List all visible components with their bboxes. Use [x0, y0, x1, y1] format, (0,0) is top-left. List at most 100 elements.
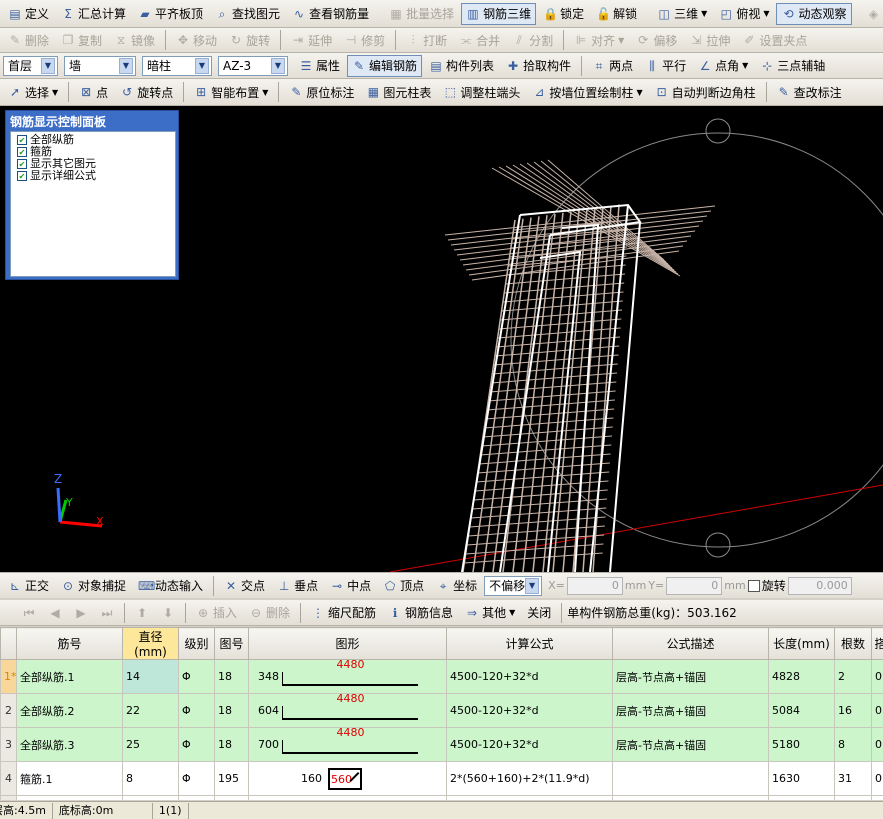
cell-name[interactable]: 全部纵筋.2 — [16, 693, 123, 728]
pick-element-button[interactable]: ✚ 拾取构件 — [501, 55, 576, 77]
break-button[interactable]: ⫶ 打断 — [401, 29, 452, 51]
y-coordinate-input[interactable]: 0 — [666, 576, 723, 595]
extend-button[interactable]: ⇥ 延伸 — [286, 29, 337, 51]
rotate-point-button[interactable]: ↺ 旋转点 — [115, 81, 178, 103]
cell-count[interactable]: 31 — [834, 761, 872, 796]
draw-column-by-wall-button[interactable]: ⊿ 按墙位置绘制柱 ▼ — [527, 81, 647, 103]
properties-button[interactable]: ☰ 属性 — [294, 55, 345, 77]
rotate-button[interactable]: ↻ 旋转 — [224, 29, 275, 51]
cell-length[interactable]: 5180 — [768, 727, 835, 762]
cell-grade[interactable]: Φ — [178, 659, 215, 694]
smart-layout-button[interactable]: ⊞ 智能布置 ▼ — [189, 81, 273, 103]
sigma-button[interactable]: Σ 汇总计算 — [56, 3, 131, 25]
cell-name[interactable]: 全部纵筋.3 — [16, 727, 123, 762]
cell-formula[interactable]: 4500-120+32*d — [446, 727, 613, 762]
cell-formula[interactable]: 4500-120+32*d — [446, 659, 613, 694]
auto-corner-column-button[interactable]: ⊡ 自动判断边角柱 — [650, 81, 761, 103]
parallel-button[interactable]: ⫼ 平行 — [640, 55, 691, 77]
set-grip-button[interactable]: ✐ 设置夹点 — [737, 29, 812, 51]
cell-shape[interactable]: 700 4480 — [248, 727, 447, 762]
delete-button[interactable]: ✎ 删除 — [3, 29, 54, 51]
row-number[interactable]: 1* — [0, 659, 17, 694]
cell-count[interactable]: 16 — [834, 693, 872, 728]
cell-fig[interactable]: 18 — [214, 727, 249, 762]
column-header[interactable]: 筋号 — [16, 627, 123, 660]
move-up-button[interactable]: ⬆ — [130, 602, 154, 624]
x-coordinate-input[interactable]: 0 — [566, 576, 623, 595]
cell-shape[interactable]: 348 4480 — [248, 659, 447, 694]
table-row[interactable]: 1* 全部纵筋.1 14 Φ 18 348 4480 4500-120+32*d 层高-节点高+… — [0, 659, 883, 694]
table-row[interactable]: 4 箍筋.1 8 Φ 195 160 560 2*(560+160)+2*(11.9*d) 16… — [0, 761, 883, 796]
cell-length[interactable]: 4828 — [768, 659, 835, 694]
close-button[interactable]: 关闭 — [522, 602, 556, 624]
orbit-handle-top[interactable] — [705, 118, 731, 144]
stretch-button[interactable]: ⇲ 拉伸 — [684, 29, 735, 51]
element-name-select[interactable]: AZ-3 ▼ — [218, 55, 288, 76]
batch-select-button[interactable]: ▦ 批量选择 — [384, 3, 459, 25]
edit-rebar-button[interactable]: ✎ 编辑钢筋 — [347, 54, 423, 77]
cell-name[interactable]: 全部纵筋.1 — [16, 659, 123, 694]
cell-lap[interactable]: 0 — [871, 693, 883, 728]
cell-lap[interactable]: 0 — [871, 659, 883, 694]
scale-rebar-button[interactable]: ⋮ 缩尺配筋 — [306, 602, 381, 624]
vertex-button[interactable]: ⬠ 顶点 — [378, 575, 429, 597]
cell-fig[interactable]: 195 — [214, 761, 249, 796]
adjust-column-end-button[interactable]: ⬚ 调整柱端头 — [438, 81, 525, 103]
cell-diameter[interactable]: 8 — [122, 795, 179, 800]
column-header[interactable]: 根数 — [834, 627, 872, 660]
cell-lap[interactable]: 0 — [871, 761, 883, 796]
cell-count[interactable]: 2 — [834, 659, 872, 694]
column-header[interactable]: 图形 — [248, 627, 447, 660]
cell-desc[interactable] — [612, 795, 769, 800]
cell-grade[interactable]: Φ — [178, 761, 215, 796]
checkbox[interactable]: ✔ — [17, 147, 27, 157]
cell-fig[interactable]: 18 — [214, 693, 249, 728]
table-row[interactable]: 5箍筋.28Φ1951605602*(160+560)+2*(11.9*d) 16… — [0, 795, 883, 800]
unlock-button[interactable]: 🔓 解锁 — [591, 3, 642, 25]
dynamic-input-button[interactable]: ⌨ 动态输入 — [133, 575, 208, 597]
next-record-button[interactable]: ▶ — [69, 602, 93, 624]
rotate-angle-input[interactable]: 0.000 — [787, 576, 852, 595]
move-button[interactable]: ✥ 移动 — [171, 29, 222, 51]
cell-fig[interactable]: 18 — [214, 659, 249, 694]
cell-desc[interactable]: 层高-节点高+锚固 — [612, 693, 769, 728]
cell-count[interactable]: 31 — [834, 795, 872, 800]
in-place-label-button[interactable]: ✎ 原位标注 — [284, 81, 359, 103]
mirror-button[interactable]: ⧖ 镜像 — [109, 29, 160, 51]
define-button[interactable]: ▤ 定义 — [3, 3, 54, 25]
element-subtype-select[interactable]: 暗柱 ▼ — [142, 55, 212, 76]
other-button[interactable]: ⇒ 其他 ▼ — [460, 602, 520, 624]
two-point-button[interactable]: ⌗ 两点 — [587, 55, 638, 77]
column-table-button[interactable]: ▦ 图元柱表 — [361, 81, 436, 103]
last-record-button[interactable]: ⏭ — [95, 602, 119, 624]
column-header[interactable]: 公式描述 — [612, 627, 769, 660]
delete-row-button[interactable]: ⊖ 删除 — [244, 602, 295, 624]
move-down-button[interactable]: ⬇ — [156, 602, 180, 624]
cell-diameter[interactable]: 8 — [122, 761, 179, 796]
first-record-button[interactable]: ⏮ — [17, 602, 41, 624]
column-header[interactable]: 直径(mm) — [122, 627, 179, 660]
view-rebar-quantity-button[interactable]: ∿ 查看钢筋量 — [287, 3, 374, 25]
partial-view-button[interactable]: ◈局部 — [862, 3, 883, 25]
table-row[interactable]: 2 全部纵筋.2 22 Φ 18 604 4480 4500-120+32*d 层高-节点高+锚… — [0, 693, 883, 728]
prev-record-button[interactable]: ◀ — [43, 602, 67, 624]
column-header[interactable]: 搭 — [871, 627, 883, 660]
rotate-checkbox[interactable] — [747, 579, 760, 592]
row-number[interactable]: 3 — [0, 727, 17, 762]
merge-button[interactable]: ⫘ 合并 — [454, 29, 505, 51]
cell-lap[interactable]: 0 — [871, 795, 883, 800]
cell-grade[interactable]: Φ — [178, 693, 215, 728]
point-button[interactable]: ⊠ 点 — [74, 81, 113, 103]
checkbox[interactable]: ✔ — [17, 135, 27, 145]
orbit-handle-bottom[interactable] — [705, 532, 731, 558]
cell-formula[interactable]: 2*(560+160)+2*(11.9*d) — [446, 761, 613, 796]
cube-3d-button[interactable]: ◫ 三维 ▼ — [652, 3, 712, 25]
edit-label-button[interactable]: ✎ 查改标注 — [772, 81, 847, 103]
offset-select[interactable]: 不偏移 ▼ — [484, 575, 543, 596]
cell-count[interactable]: 8 — [834, 727, 872, 762]
cell-diameter[interactable]: 22 — [122, 693, 179, 728]
table-row[interactable]: 3 全部纵筋.3 25 Φ 18 700 4480 4500-120+32*d 层高-节点高+锚… — [0, 727, 883, 762]
copy-button[interactable]: ❐ 复制 — [56, 29, 107, 51]
cell-formula[interactable]: 2*(160+560)+2*(11.9*d) — [446, 795, 613, 800]
cell-shape[interactable]: 604 4480 — [248, 693, 447, 728]
